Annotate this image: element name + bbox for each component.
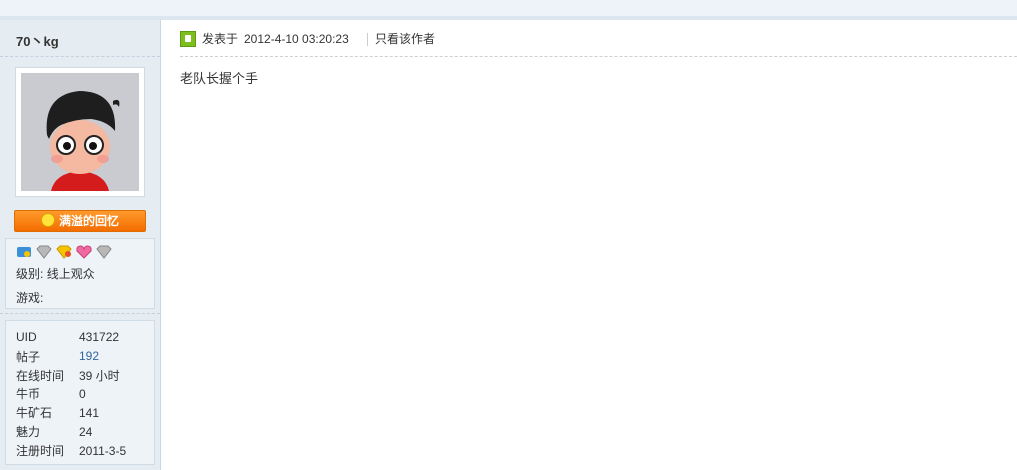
- stat-key: UID: [16, 330, 37, 344]
- stat-value: 431722: [79, 330, 120, 344]
- pink-heart-icon[interactable]: [76, 245, 92, 259]
- posted-time: 2012-4-10 03:20:23: [244, 32, 349, 46]
- stat-key: 注册时间: [16, 444, 65, 458]
- blue-medal-icon[interactable]: [16, 245, 32, 259]
- user-group-badge[interactable]: 满溢的回忆: [14, 210, 146, 232]
- stat-key: 在线时间: [16, 369, 65, 383]
- top-bar: [0, 0, 1017, 16]
- only-author-link[interactable]: 只看该作者: [375, 31, 435, 48]
- stat-value: 0: [79, 387, 86, 401]
- post-content: 老队长握个手: [180, 71, 259, 86]
- user-group-label: 满溢的回忆: [58, 214, 119, 228]
- level-value: 线上观众: [46, 267, 95, 281]
- posted-label: 发表于: [202, 32, 239, 46]
- user-info-box: 级别: 线上观众 游戏:: [5, 238, 155, 309]
- level-label: 级别:: [16, 267, 44, 281]
- game-label: 游戏:: [16, 291, 44, 305]
- stat-value: 141: [79, 406, 100, 420]
- sidebar-divider: [0, 313, 160, 314]
- silver-diamond-icon[interactable]: [36, 245, 52, 259]
- avatar[interactable]: [15, 67, 145, 197]
- silver-diamond-icon[interactable]: [96, 245, 112, 259]
- stat-value: 2011-3-5: [79, 444, 127, 458]
- stat-key: 牛币: [16, 387, 41, 401]
- author-sidebar: 70丶kg 满溢的回忆 级别: 线上观众 游戏: UID 431722 帖子 1…: [0, 20, 161, 470]
- stat-key: 魅力: [16, 425, 41, 439]
- stat-value: 39 小时: [79, 369, 120, 383]
- post-divider: [180, 56, 1017, 57]
- gold-medal-icon[interactable]: [56, 245, 72, 259]
- header-separator: [367, 33, 368, 46]
- username-link[interactable]: 70丶kg: [16, 31, 59, 50]
- user-stats-box: UID 431722 帖子 192 在线时间 39 小时 牛币 0 牛矿石 14…: [5, 320, 155, 465]
- avatar-image: [21, 73, 139, 191]
- online-status-icon: [180, 31, 196, 47]
- posts-count-link[interactable]: 192: [79, 349, 99, 363]
- level-row: 级别: 线上观众: [16, 265, 95, 282]
- game-row: 游戏:: [16, 289, 43, 306]
- sidebar-divider: [0, 56, 160, 57]
- smiley-icon: [40, 213, 55, 227]
- stat-key: 帖子: [16, 350, 41, 364]
- stat-value: 24: [79, 425, 93, 439]
- stat-key: 牛矿石: [16, 406, 53, 420]
